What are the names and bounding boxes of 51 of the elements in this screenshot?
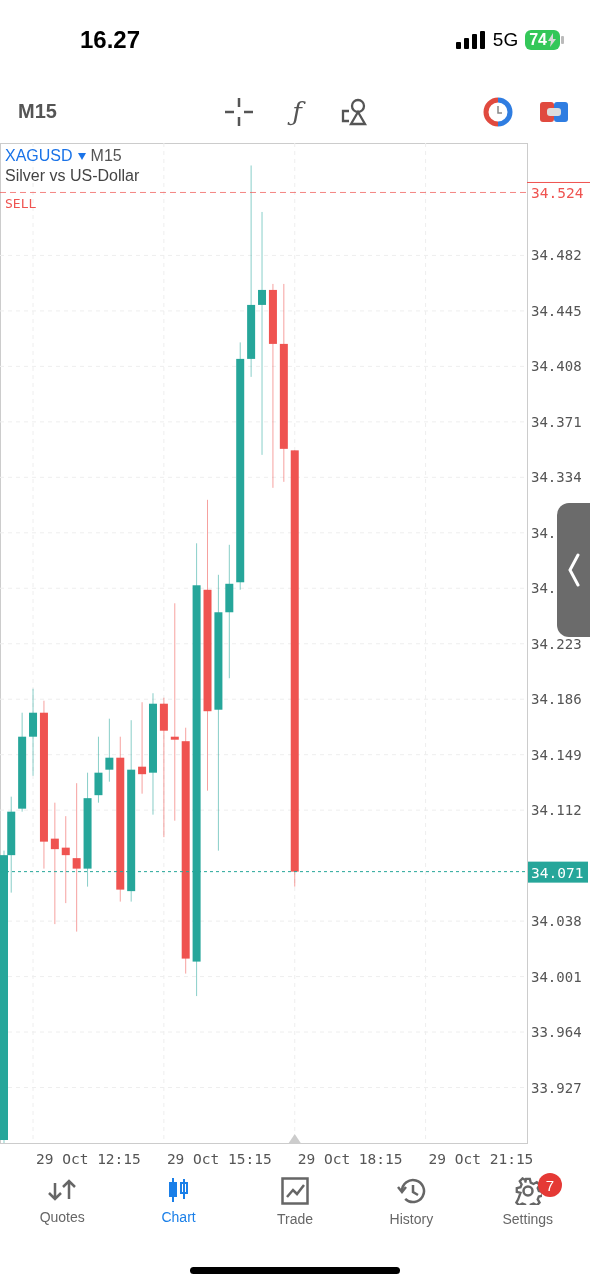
price-axis-label: 33.927 <box>531 1079 582 1096</box>
current-price-badge: 34.071 <box>528 861 588 883</box>
price-axis-label: 34.482 <box>531 247 582 264</box>
price-axis-label: 34.223 <box>531 635 582 652</box>
price-axis-label: 34.149 <box>531 746 582 763</box>
candlestick <box>105 718 114 783</box>
nav-tab[interactable]: Quotes <box>4 1173 121 1245</box>
time-axis-label: 29 Oct 12:15 <box>36 1151 141 1167</box>
latest-bar-marker-icon <box>288 1134 301 1143</box>
clock-ring-icon[interactable] <box>482 95 514 128</box>
settings-icon <box>513 1177 542 1205</box>
time-axis-label: 29 Oct 18:15 <box>297 1151 403 1167</box>
price-axis-label: 34.001 <box>531 968 582 985</box>
signal-icon <box>455 31 486 49</box>
symbol-name[interactable]: XAGUSD <box>5 147 73 165</box>
price-axis-label: 34.445 <box>531 302 582 319</box>
crosshair-icon[interactable] <box>223 95 255 128</box>
price-axis-label: 34.186 <box>531 691 582 708</box>
price-axis-label: 34.408 <box>531 358 582 375</box>
status-time: 16.27 <box>80 26 142 54</box>
price-axis-label: 34.371 <box>531 413 582 430</box>
battery-cap-icon <box>561 36 564 44</box>
price-axis-label: 34.112 <box>531 802 582 819</box>
time-axis-label: 29 Oct 21:15 <box>428 1151 534 1167</box>
battery-level: 74 <box>525 30 560 50</box>
nav-tab[interactable]: Chart <box>120 1173 237 1245</box>
price-axis-label: 34.334 <box>531 469 582 486</box>
indicators-button[interactable]: ƒ <box>281 95 313 128</box>
side-panel-handle[interactable] <box>557 503 590 637</box>
price-axis-label: 33.964 <box>531 1024 582 1041</box>
price-axis-label: 34.038 <box>531 913 582 930</box>
price-axis-label: 34. <box>531 524 557 541</box>
sell-label: SELL <box>5 196 37 212</box>
history-clock-icon <box>396 1177 427 1205</box>
symbol-description: Silver vs US-Dollar <box>5 167 140 185</box>
line-chart-icon <box>281 1177 309 1205</box>
notification-badge: 7 <box>537 1173 562 1197</box>
caret-icon <box>77 152 86 160</box>
symbol-timeframe: M15 <box>90 147 122 165</box>
sell-price-label: 34.524 <box>531 185 584 202</box>
charging-bolt-icon <box>548 33 556 47</box>
candlestick-icon <box>167 1177 190 1203</box>
price-axis-label: 34. <box>531 580 557 597</box>
up-down-arrows-icon <box>47 1177 78 1203</box>
nav-tab[interactable]: History <box>353 1173 470 1245</box>
nav-tab[interactable]: Trade <box>236 1173 354 1245</box>
candlestick <box>94 736 103 804</box>
network-type: 5G <box>492 29 519 51</box>
time-axis-label: 29 Oct 15:15 <box>166 1151 272 1167</box>
nav-tab[interactable]: Settings 7 <box>469 1173 586 1245</box>
timeframe-button[interactable]: M15 <box>18 100 223 123</box>
